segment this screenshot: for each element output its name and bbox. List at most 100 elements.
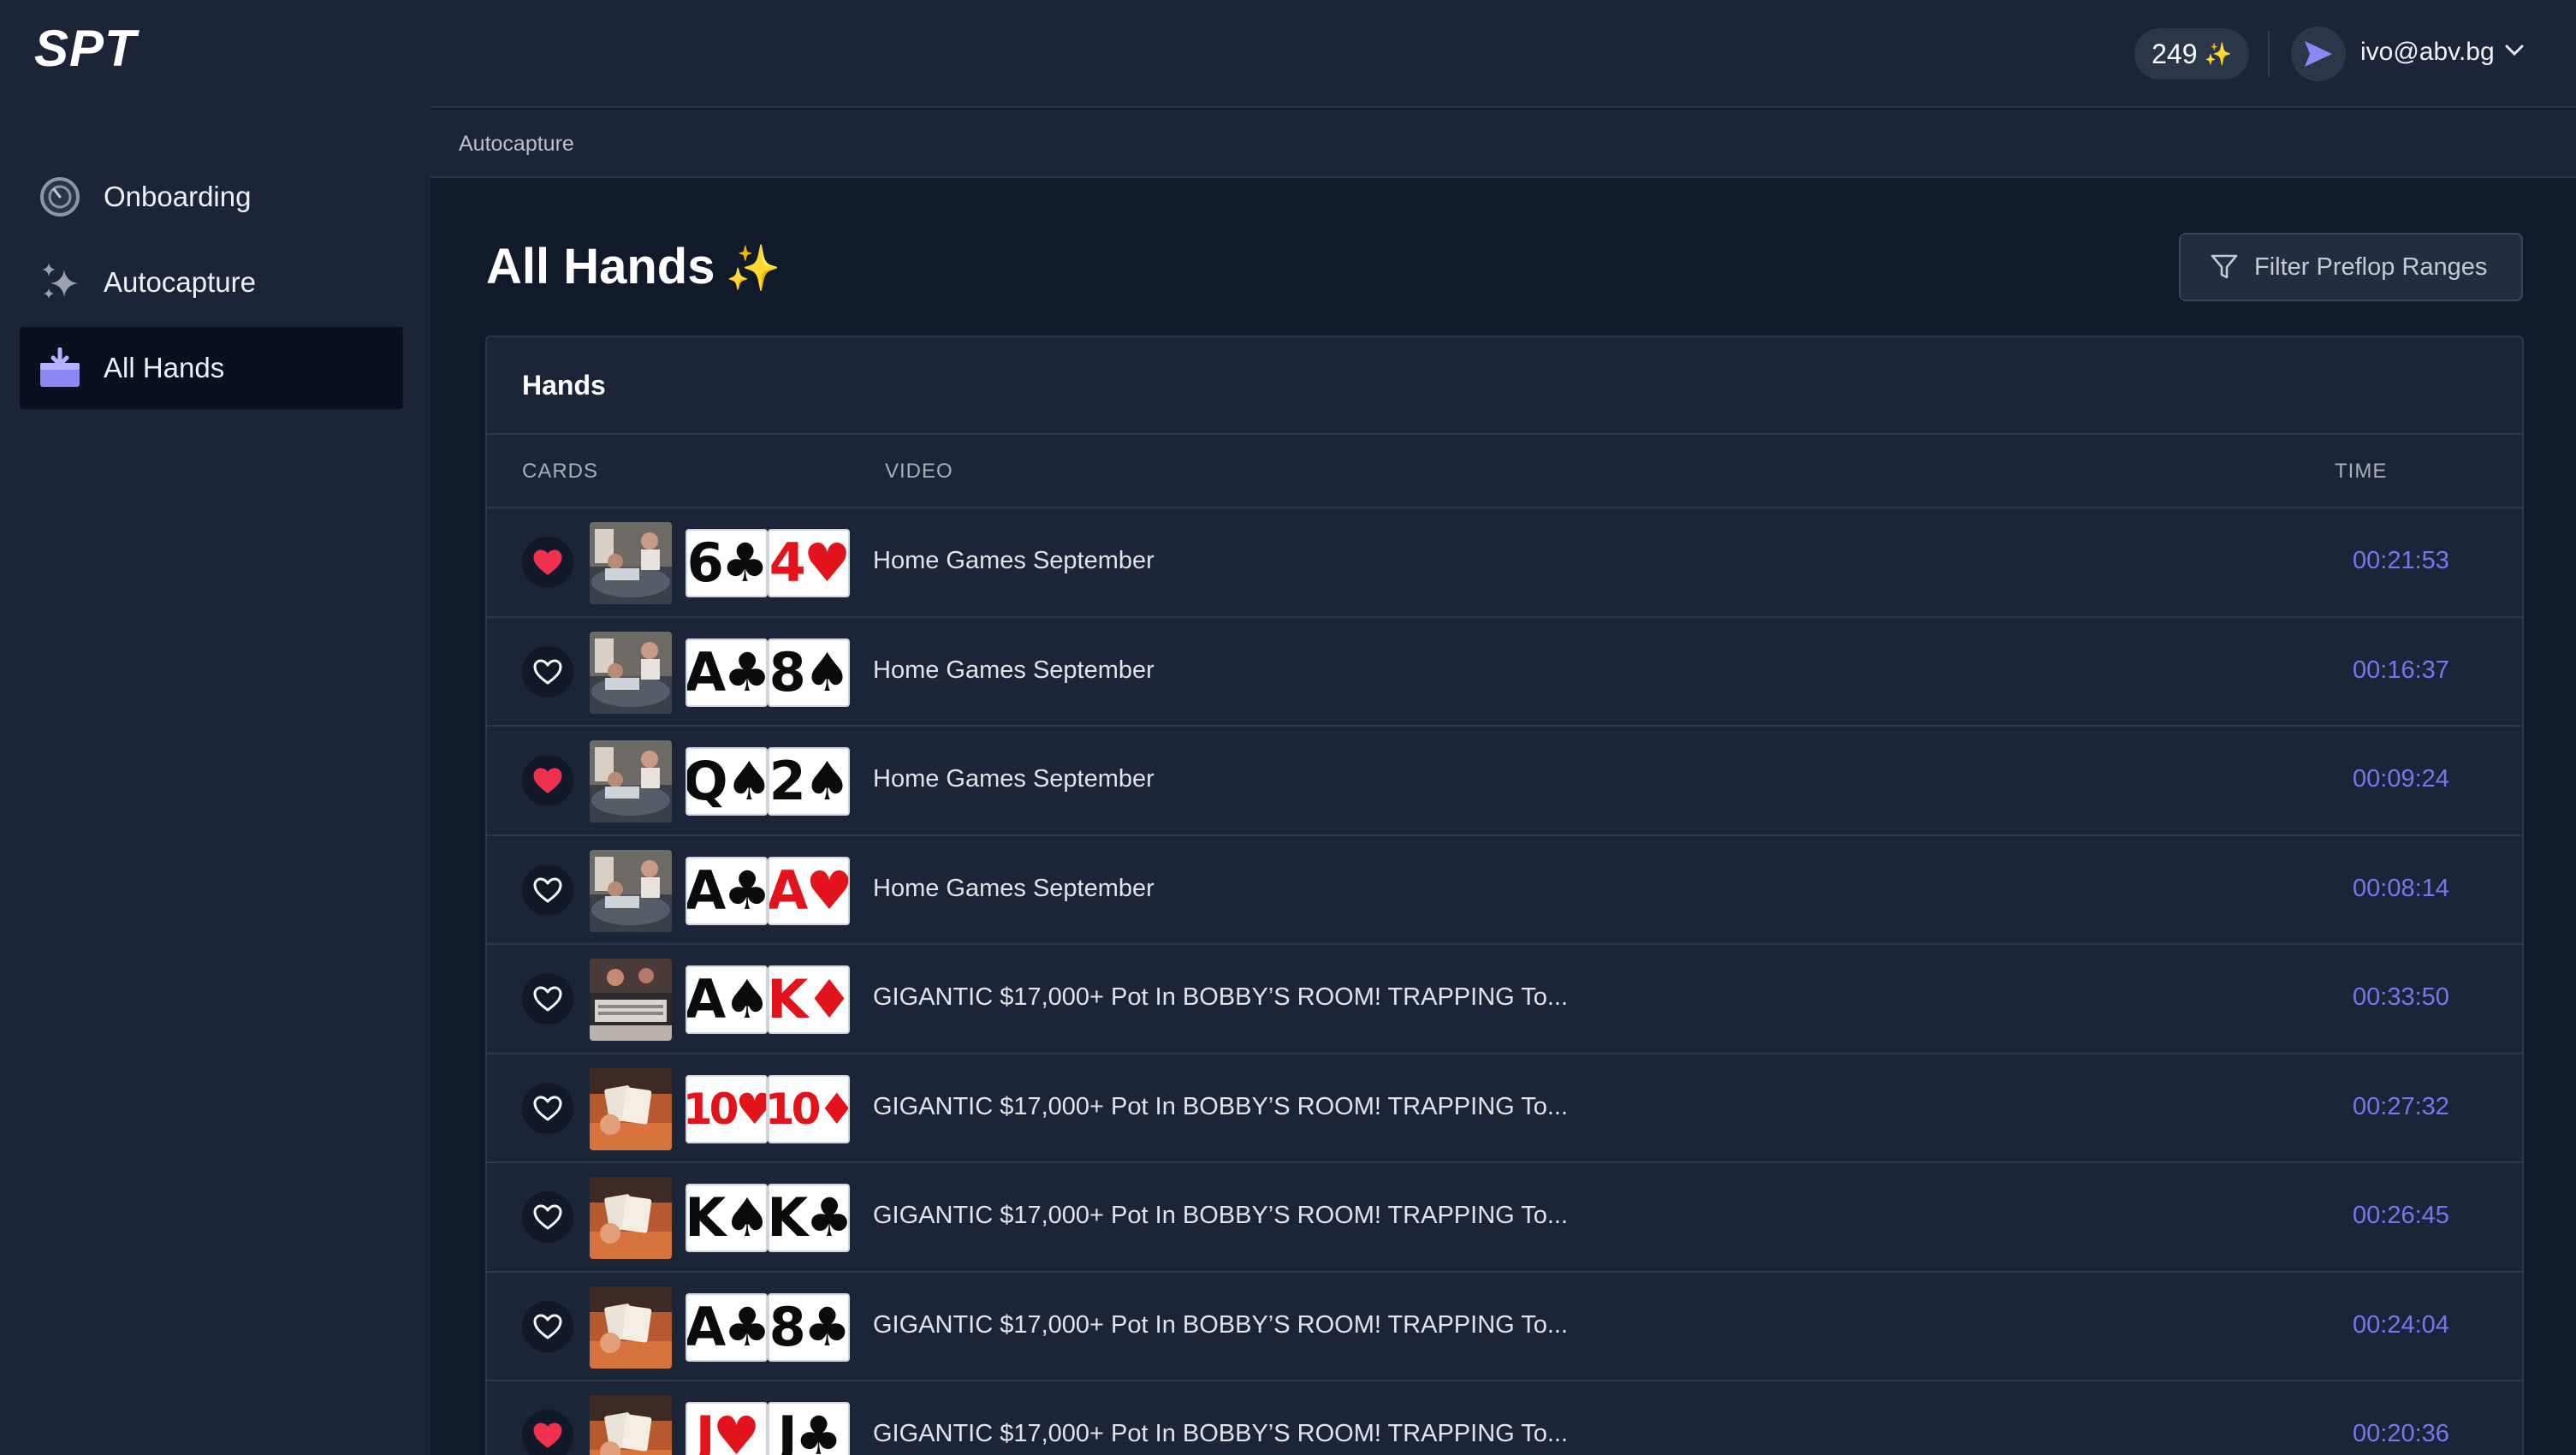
video-title[interactable]: GIGANTIC $17,000+ Pot In BOBBY’S ROOM! T… bbox=[873, 983, 1568, 1012]
table-row[interactable]: 10 ♥ 10 ♦ GIGANTIC $17,000+ Pot In BOBBY’S R… bbox=[487, 1054, 2522, 1163]
card-rank: A bbox=[686, 968, 726, 1030]
video-title[interactable]: GIGANTIC $17,000+ Pot In BOBBY’S ROOM! T… bbox=[873, 1202, 1568, 1230]
table-row[interactable]: A ♣ 8 ♠ Home Games September 00:16:37 bbox=[487, 618, 2522, 727]
hand-timestamp[interactable]: 00:09:24 bbox=[2353, 765, 2449, 793]
card-suit: ♥ bbox=[803, 532, 849, 594]
heart-icon bbox=[533, 986, 562, 1012]
avatar[interactable] bbox=[2291, 27, 2346, 81]
page-title-text: All Hands bbox=[486, 239, 715, 294]
send-icon bbox=[2305, 41, 2332, 67]
hand-timestamp[interactable]: 00:27:32 bbox=[2353, 1093, 2449, 1121]
playing-card: K ♠ bbox=[686, 1184, 768, 1252]
card-rank: K bbox=[686, 1186, 726, 1249]
playing-card: A ♥ bbox=[768, 856, 850, 925]
user-email[interactable]: ivo@abv.bg bbox=[2360, 38, 2495, 67]
hand-timestamp[interactable]: 00:33:50 bbox=[2353, 983, 2449, 1012]
playing-card: A ♣ bbox=[686, 1292, 768, 1362]
playing-card: 10 ♥ bbox=[686, 1074, 768, 1143]
playing-card: K ♣ bbox=[768, 1184, 850, 1252]
table-row[interactable]: J ♥ J ♣ GIGANTIC $17,000+ Pot In BOBBY’S ROO… bbox=[487, 1381, 2522, 1455]
hand-timestamp[interactable]: 00:21:53 bbox=[2353, 547, 2449, 575]
heart-icon bbox=[533, 1314, 562, 1339]
video-thumbnail[interactable] bbox=[590, 522, 672, 604]
filter-preflop-ranges-button[interactable]: Filter Preflop Ranges bbox=[2179, 233, 2523, 301]
favorite-button[interactable] bbox=[522, 645, 573, 698]
video-thumbnail[interactable] bbox=[590, 959, 672, 1041]
card-rank: 10 bbox=[768, 1084, 821, 1134]
card-suit: ♣ bbox=[803, 1295, 849, 1358]
card-suit: ♣ bbox=[805, 1186, 850, 1249]
card-suit: ♠ bbox=[725, 750, 768, 812]
hand-timestamp[interactable]: 00:20:36 bbox=[2353, 1420, 2449, 1448]
filter-icon bbox=[2211, 254, 2238, 279]
page-title: All Hands ✨ bbox=[486, 238, 781, 295]
card-rank: J bbox=[695, 1405, 715, 1455]
card-suit: ♦ bbox=[817, 1084, 850, 1134]
chevron-down-icon[interactable] bbox=[2505, 45, 2524, 56]
card-rank: 10 bbox=[686, 1084, 739, 1134]
video-title[interactable]: GIGANTIC $17,000+ Pot In BOBBY’S ROOM! T… bbox=[873, 1311, 1568, 1339]
table-row[interactable]: K ♠ K ♣ GIGANTIC $17,000+ Pot In BOBBY’S ROO… bbox=[487, 1163, 2522, 1273]
hand-timestamp[interactable]: 00:08:14 bbox=[2353, 875, 2449, 903]
playing-card: A ♠ bbox=[686, 965, 768, 1034]
table-row[interactable]: A ♣ 8 ♣ GIGANTIC $17,000+ Pot In BOBBY’S ROO… bbox=[487, 1273, 2522, 1381]
hand-timestamp[interactable]: 00:16:37 bbox=[2353, 656, 2449, 685]
favorite-button-active[interactable] bbox=[522, 537, 573, 588]
playing-card: 10 ♦ bbox=[768, 1074, 850, 1143]
sidebar-item-all-hands[interactable]: All Hands bbox=[20, 327, 403, 409]
video-thumbnail[interactable] bbox=[590, 1395, 672, 1455]
table-row[interactable]: A ♠ K ♦ GIGANTIC $17,000+ Pot In BOBBY’S ROO… bbox=[487, 945, 2522, 1054]
sidebar-item-autocapture[interactable]: Autocapture bbox=[20, 241, 403, 324]
table-row[interactable]: 6 ♣ 4 ♥ Home Games September 00:21:53 bbox=[487, 508, 2522, 618]
video-thumbnail[interactable] bbox=[590, 1177, 672, 1259]
card-suit: ♠ bbox=[723, 1186, 768, 1249]
video-title[interactable]: GIGANTIC $17,000+ Pot In BOBBY’S ROOM! T… bbox=[873, 1093, 1568, 1121]
favorite-button[interactable] bbox=[522, 973, 573, 1024]
card-suit: ♥ bbox=[735, 1084, 768, 1134]
video-title[interactable]: GIGANTIC $17,000+ Pot In BOBBY’S ROOM! T… bbox=[873, 1420, 1568, 1448]
video-title[interactable]: Home Games September bbox=[873, 875, 1154, 903]
card-rank: A bbox=[686, 640, 726, 704]
top-bar bbox=[430, 0, 2576, 108]
sidebar-item-onboarding[interactable]: Onboarding bbox=[20, 156, 403, 238]
credits-count: 249 bbox=[2152, 38, 2198, 69]
sidebar-item-label: All Hands bbox=[104, 352, 225, 383]
hands-table: Hands CARDS VIDEO TIME 6 ♣ 4 ♥ Home Games Se… bbox=[485, 336, 2524, 1455]
video-title[interactable]: Home Games September bbox=[873, 547, 1154, 575]
card-suit: ♠ bbox=[723, 968, 768, 1030]
video-thumbnail[interactable] bbox=[590, 849, 672, 932]
video-thumbnail[interactable] bbox=[590, 740, 672, 823]
video-thumbnail[interactable] bbox=[590, 631, 672, 714]
favorite-button[interactable] bbox=[522, 864, 573, 916]
card-rank: 2 bbox=[769, 750, 806, 812]
favorite-button[interactable] bbox=[522, 1300, 573, 1352]
hole-cards: 6 ♣ 4 ♥ bbox=[686, 529, 850, 597]
card-rank: K bbox=[768, 1186, 808, 1249]
hand-timestamp[interactable]: 00:24:04 bbox=[2353, 1311, 2449, 1339]
favorite-button[interactable] bbox=[522, 1191, 573, 1243]
table-row[interactable]: A ♣ A ♥ Home Games September 00:08:14 bbox=[487, 836, 2522, 945]
hand-timestamp[interactable]: 00:26:45 bbox=[2353, 1202, 2449, 1230]
favorite-button[interactable] bbox=[522, 1082, 573, 1134]
favorite-button-active[interactable] bbox=[522, 755, 573, 806]
table-row[interactable]: Q ♠ 2 ♠ Home Games September 00:09:24 bbox=[487, 727, 2522, 836]
card-rank: Q bbox=[686, 750, 728, 812]
app-logo[interactable]: SPT bbox=[34, 19, 137, 78]
card-rank: 8 bbox=[769, 640, 806, 704]
video-thumbnail[interactable] bbox=[590, 1286, 672, 1369]
card-rank: A bbox=[768, 858, 808, 922]
playing-card: 4 ♥ bbox=[768, 529, 850, 597]
video-thumbnail[interactable] bbox=[590, 1067, 672, 1150]
heart-icon bbox=[533, 1422, 562, 1448]
column-header-cards: CARDS bbox=[522, 460, 599, 483]
video-title[interactable]: Home Games September bbox=[873, 656, 1154, 685]
breadcrumb-item[interactable]: Autocapture bbox=[459, 132, 574, 157]
video-title[interactable]: Home Games September bbox=[873, 765, 1154, 793]
hole-cards: K ♠ K ♣ bbox=[686, 1184, 850, 1252]
credits-badge[interactable]: 249 ✨ bbox=[2134, 28, 2249, 80]
sidebar-item-label: Autocapture bbox=[104, 266, 256, 298]
favorite-button-active[interactable] bbox=[522, 1410, 573, 1455]
playing-card: A ♣ bbox=[686, 856, 768, 925]
card-suit: ♣ bbox=[721, 532, 767, 594]
card-suit: ♠ bbox=[803, 750, 849, 812]
